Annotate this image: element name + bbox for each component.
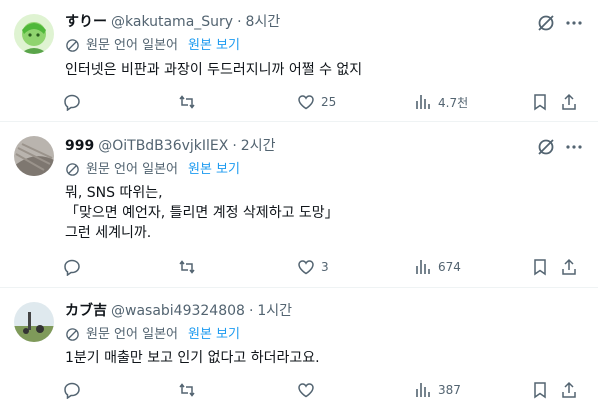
tweet-header: カブ吉 @wasabi49324808 · 1시간 (65, 302, 292, 320)
bookmark-icon (534, 94, 546, 111)
tweet-text-line: 뭐, SNS 따위는, (65, 185, 163, 201)
retweet-button[interactable] (178, 91, 202, 113)
share-icon (562, 381, 576, 398)
share-icon (562, 258, 576, 275)
views-button[interactable]: 674 (414, 256, 461, 278)
tweet-text-line: 인터넷은 비판과 과장이 두드러지니까 어쩔 수 없지 (65, 62, 363, 78)
bookmark-button[interactable] (531, 91, 549, 113)
translation-note: 원문 언어 일본어 원본 보기 (65, 161, 240, 178)
translation-note: 원문 언어 일본어 원본 보기 (65, 326, 240, 343)
show-original-link[interactable]: 원본 보기 (188, 161, 240, 178)
retweet-icon (179, 383, 195, 397)
avatar[interactable] (14, 302, 54, 342)
heart-icon (298, 383, 314, 398)
more-options-icon[interactable] (564, 13, 584, 33)
like-button[interactable]: 25 (297, 91, 336, 113)
action-bar: 25 4.7천 (60, 91, 580, 113)
tweet-text: 인터넷은 비판과 과장이 두드러지니까 어쩔 수 없지 (65, 60, 362, 80)
timestamp[interactable]: 8시간 (246, 13, 281, 31)
grok-icon[interactable] (536, 13, 556, 33)
translation-label: 원문 언어 일본어 (86, 38, 178, 53)
views-icon (416, 260, 430, 274)
share-button[interactable] (560, 379, 578, 401)
retweet-button[interactable] (178, 256, 202, 278)
retweet-icon (179, 95, 195, 109)
separator-dot: · (248, 303, 254, 319)
avatar[interactable] (14, 14, 54, 54)
tweet-text: 1분기 매출만 보고 인기 없다고 하더라고요. (65, 348, 320, 368)
user-handle[interactable]: @kakutama_Sury (111, 13, 233, 31)
avatar[interactable] (14, 136, 54, 176)
bookmark-button[interactable] (531, 256, 549, 278)
reply-button[interactable] (63, 379, 87, 401)
view-count: 674 (438, 260, 461, 274)
action-bar: 387 (60, 379, 580, 401)
view-count: 4.7천 (438, 95, 469, 110)
translation-label: 원문 언어 일본어 (86, 162, 178, 177)
retweet-button[interactable] (178, 379, 202, 401)
reply-button[interactable] (63, 256, 87, 278)
view-count: 387 (438, 383, 461, 397)
separator-dot: · (237, 14, 242, 30)
user-handle[interactable]: @wasabi49324808 (111, 302, 245, 320)
translate-icon (66, 328, 79, 341)
more-options-icon[interactable] (564, 137, 584, 157)
display-name[interactable]: カブ吉 (65, 302, 107, 320)
tweet-2[interactable]: 999 @OiTBdB36vjkIlEX · 2시간 원문 언어 일본어 원본 … (0, 122, 598, 286)
share-button[interactable] (560, 91, 578, 113)
bookmark-icon (534, 259, 546, 276)
show-original-link[interactable]: 원본 보기 (188, 37, 240, 54)
share-button[interactable] (560, 256, 578, 278)
bookmark-button[interactable] (531, 379, 549, 401)
like-count: 25 (321, 95, 337, 109)
bookmark-icon (534, 382, 546, 399)
reply-icon (64, 259, 80, 276)
views-button[interactable]: 387 (414, 379, 461, 401)
separator-dot: · (232, 138, 237, 154)
views-icon (416, 383, 430, 397)
tweet-text-line: 1분기 매출만 보고 인기 없다고 하더라고요. (65, 350, 320, 366)
show-original-link[interactable]: 원본 보기 (188, 326, 240, 343)
timestamp[interactable]: 1시간 (257, 302, 292, 320)
timestamp[interactable]: 2시간 (241, 137, 276, 155)
retweet-icon (179, 260, 195, 274)
user-handle[interactable]: @OiTBdB36vjkIlEX (98, 137, 228, 155)
like-button[interactable] (297, 379, 321, 401)
tweet-text-line: 그런 세계니까. (65, 225, 152, 241)
like-button[interactable]: 3 (297, 256, 329, 278)
share-icon (562, 93, 576, 110)
tweet-3[interactable]: カブ吉 @wasabi49324808 · 1시간 원문 언어 일본어 원본 보… (0, 288, 598, 409)
tweet-text: 뭐, SNS 따위는, 「맞으면 예언자, 틀리면 계정 삭제하고 도망」 그런… (65, 183, 339, 243)
reply-icon (64, 382, 80, 399)
translate-icon (66, 39, 79, 52)
tweet-header: 999 @OiTBdB36vjkIlEX · 2시간 (65, 137, 275, 155)
action-bar: 3 674 (60, 256, 580, 278)
tweet-header: すりー @kakutama_Sury · 8시간 (65, 13, 280, 31)
heart-icon (298, 95, 314, 110)
like-count: 3 (321, 260, 329, 274)
heart-icon (298, 260, 314, 275)
reply-button[interactable] (63, 91, 87, 113)
reply-icon (64, 94, 80, 111)
grok-icon[interactable] (536, 137, 556, 157)
translation-label: 원문 언어 일본어 (86, 327, 178, 342)
display-name[interactable]: すりー (65, 13, 107, 31)
translation-note: 원문 언어 일본어 원본 보기 (65, 37, 240, 54)
views-icon (416, 95, 430, 109)
translate-icon (66, 163, 79, 176)
tweet-1[interactable]: すりー @kakutama_Sury · 8시간 원문 언어 일본어 원본 보기… (0, 0, 598, 121)
views-button[interactable]: 4.7천 (414, 91, 468, 113)
display-name[interactable]: 999 (65, 137, 94, 155)
tweet-text-line: 「맞으면 예언자, 틀리면 계정 삭제하고 도망」 (65, 205, 339, 221)
